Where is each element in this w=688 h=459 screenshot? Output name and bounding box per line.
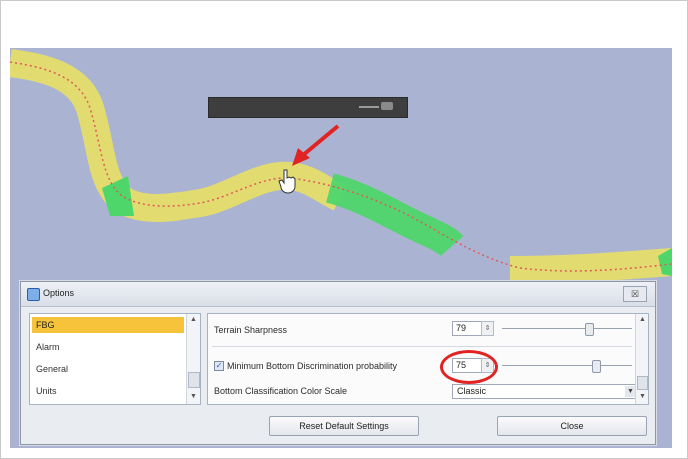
terrain-sharpness-slider[interactable] xyxy=(502,328,632,329)
category-list[interactable]: FBG Alarm General Units ▲ ▼ xyxy=(29,313,201,405)
dialog-titlebar[interactable]: Options ☒ xyxy=(21,282,655,307)
scrubber-knob[interactable] xyxy=(381,102,393,110)
terrain-sharpness-spinner[interactable]: ⇕ xyxy=(481,321,494,336)
reset-default-settings-button[interactable]: Reset Default Settings xyxy=(269,416,419,436)
category-item-units[interactable]: Units xyxy=(32,383,184,399)
category-scroll-thumb[interactable] xyxy=(188,372,200,388)
min-bottom-discrimination-checkbox[interactable]: ✓ xyxy=(214,361,224,371)
category-scrollbar[interactable]: ▲ ▼ xyxy=(186,314,200,404)
highlight-annotation-ring xyxy=(440,350,498,384)
min-bottom-discrimination-slider-thumb[interactable] xyxy=(592,360,601,373)
options-window-icon xyxy=(27,288,40,301)
bottom-color-scale-label: Bottom Classification Color Scale xyxy=(214,386,348,396)
dialog-title: Options xyxy=(43,288,75,298)
bottom-color-scale-value: Classic xyxy=(457,386,487,396)
category-item-general[interactable]: General xyxy=(32,361,184,377)
dialog-close-button[interactable]: ☒ xyxy=(623,286,647,302)
category-item-fbg[interactable]: FBG xyxy=(32,317,184,333)
green-swath xyxy=(325,173,464,257)
close-button[interactable]: Close xyxy=(497,416,647,436)
min-bottom-discrimination-slider[interactable] xyxy=(502,365,632,366)
options-dialog: Options ☒ FBG Alarm General Units ▲ ▼ Te… xyxy=(20,281,656,445)
scroll-up-icon[interactable]: ▲ xyxy=(189,316,198,325)
settings-divider xyxy=(212,346,632,347)
bottom-color-scale-select[interactable]: Classic ▼ xyxy=(452,384,638,399)
playback-scrubber[interactable] xyxy=(208,97,408,118)
red-arrow-icon xyxy=(292,124,340,166)
min-bottom-discrimination-label: Minimum Bottom Discrimination probabilit… xyxy=(227,361,398,371)
settings-scroll-down-icon[interactable]: ▼ xyxy=(638,393,647,402)
scrubber-track xyxy=(359,106,379,108)
category-item-alarm[interactable]: Alarm xyxy=(32,339,184,355)
terrain-sharpness-label: Terrain Sharpness xyxy=(214,325,288,335)
settings-scrollbar[interactable]: ▲ ▼ xyxy=(635,314,648,404)
scroll-down-icon[interactable]: ▼ xyxy=(189,393,198,402)
terrain-sharpness-slider-thumb[interactable] xyxy=(585,323,594,336)
settings-scroll-thumb[interactable] xyxy=(637,376,648,390)
settings-panel: Terrain Sharpness 79 ⇕ ✓ Minimum Bottom … xyxy=(207,313,649,405)
terrain-sharpness-input[interactable]: 79 xyxy=(452,321,483,336)
yellow-swath-right xyxy=(509,248,672,284)
settings-scroll-up-icon[interactable]: ▲ xyxy=(638,316,647,325)
